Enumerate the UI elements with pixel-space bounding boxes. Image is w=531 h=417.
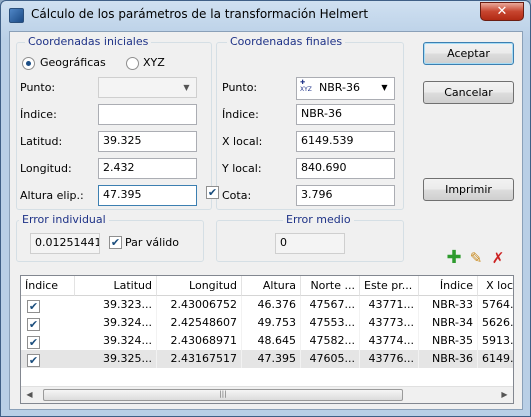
latitud-field[interactable]: 39.325 bbox=[98, 131, 197, 152]
title-bar[interactable]: Cálculo de los parámetros de la transfor… bbox=[1, 1, 530, 31]
aceptar-button[interactable]: Aceptar bbox=[423, 42, 514, 65]
longitud-label: Longitud: bbox=[20, 162, 72, 175]
cell-latitud: 39.325... bbox=[75, 350, 157, 368]
plus-icon[interactable]: ✚ bbox=[446, 249, 462, 267]
chevron-down-icon: ▼ bbox=[183, 83, 190, 92]
pairs-table[interactable]: Índice Latitud Longitud Altura Norte ...… bbox=[20, 275, 514, 404]
row-valid-checkbox[interactable]: ✔ bbox=[27, 354, 40, 367]
pencil-icon[interactable]: ✎ bbox=[468, 250, 484, 266]
cell-este: 43771... bbox=[360, 296, 419, 314]
cancelar-button[interactable]: Cancelar bbox=[423, 81, 514, 104]
cell-longitud: 2.43068971 bbox=[157, 332, 242, 350]
xyz-radio[interactable] bbox=[126, 57, 139, 70]
initial-punto-combo[interactable]: ▼ bbox=[98, 77, 197, 98]
cell-latitud: 39.324... bbox=[75, 314, 157, 332]
column-header-indice[interactable]: Índice bbox=[21, 276, 75, 296]
cota-label: Cota: bbox=[222, 189, 252, 202]
close-button[interactable]: ✕ bbox=[480, 2, 524, 21]
scrollbar-thumb[interactable]: ||| bbox=[43, 389, 403, 401]
error-medio-label: Error medio bbox=[283, 213, 354, 226]
x-local-label: X local: bbox=[222, 135, 263, 148]
column-header-altura[interactable]: Altura bbox=[242, 276, 301, 296]
cota-checkbox[interactable]: ✔ bbox=[206, 186, 219, 199]
cell-altura: 49.753 bbox=[242, 314, 301, 332]
dialog-client-area: Coordenadas iniciales Geográficas XYZ Pu… bbox=[9, 31, 523, 410]
final-indice-field[interactable]: NBR-36 bbox=[296, 104, 395, 125]
geograficas-radio[interactable] bbox=[22, 57, 35, 70]
column-header-norte[interactable]: Norte ... bbox=[301, 276, 360, 296]
cell-norte: 47553... bbox=[301, 314, 360, 332]
cell-latitud: 39.323... bbox=[75, 296, 157, 314]
cell-x-local: 5913.8 bbox=[478, 332, 513, 350]
cell-x-local: 5626.0 bbox=[478, 314, 513, 332]
initial-coords-label: Coordenadas iniciales bbox=[25, 35, 152, 48]
latitud-label: Latitud: bbox=[20, 135, 63, 148]
initial-indice-label: Índice: bbox=[20, 108, 57, 121]
x-local-field[interactable]: 6149.539 bbox=[296, 131, 395, 152]
par-valido-label: Par válido bbox=[125, 236, 179, 249]
delete-x-icon[interactable]: ✗ bbox=[490, 250, 506, 266]
row-valid-checkbox[interactable]: ✔ bbox=[27, 318, 40, 331]
app-icon bbox=[9, 8, 24, 23]
initial-indice-field[interactable] bbox=[98, 104, 197, 125]
cell-este: 43773... bbox=[360, 314, 419, 332]
cell-altura: 48.645 bbox=[242, 332, 301, 350]
cell-altura: 47.395 bbox=[242, 350, 301, 368]
helmert-dialog-window: Cálculo de los parámetros de la transfor… bbox=[0, 0, 531, 417]
error-individual-field: 0.0125144150 bbox=[30, 233, 100, 254]
cell-x-local: 5764.2 bbox=[478, 296, 513, 314]
cell-longitud: 2.43006752 bbox=[157, 296, 242, 314]
cell-altura: 46.376 bbox=[242, 296, 301, 314]
initial-punto-label: Punto: bbox=[20, 81, 56, 94]
final-indice-label: Índice: bbox=[222, 108, 259, 121]
imprimir-button[interactable]: Imprimir bbox=[423, 178, 514, 201]
cell-longitud: 2.42548607 bbox=[157, 314, 242, 332]
cell-indice: NBR-36 bbox=[419, 350, 478, 368]
error-individual-label: Error individual bbox=[19, 213, 109, 226]
row-valid-checkbox[interactable]: ✔ bbox=[27, 300, 40, 313]
error-medio-field: 0 bbox=[275, 233, 345, 254]
y-local-field[interactable]: 840.690 bbox=[296, 158, 395, 179]
xyz-point-icon: ✚ XYZ bbox=[300, 79, 312, 93]
scroll-left-icon[interactable]: ◀ bbox=[21, 387, 38, 403]
column-header-longitud[interactable]: Longitud bbox=[157, 276, 242, 296]
final-coords-label: Coordenadas finales bbox=[227, 35, 346, 48]
y-local-label: Y local: bbox=[222, 162, 262, 175]
cell-indice: NBR-35 bbox=[419, 332, 478, 350]
altura-elip-label: Altura elip.: bbox=[20, 189, 84, 202]
cell-latitud: 39.324... bbox=[75, 332, 157, 350]
chevron-down-icon: ▼ bbox=[381, 83, 388, 92]
final-punto-value: NBR-36 bbox=[319, 81, 360, 94]
column-header-x-local[interactable]: X loc bbox=[478, 276, 513, 296]
altura-elip-field[interactable]: 47.395 bbox=[98, 185, 197, 206]
horizontal-scrollbar[interactable]: ◀ ||| ▶ bbox=[21, 386, 513, 403]
cell-indice: NBR-34 bbox=[419, 314, 478, 332]
cell-norte: 47605... bbox=[301, 350, 360, 368]
row-valid-checkbox[interactable]: ✔ bbox=[27, 336, 40, 349]
longitud-field[interactable]: 2.432 bbox=[98, 158, 197, 179]
cota-field[interactable]: 3.796 bbox=[296, 185, 395, 206]
xyz-label: XYZ bbox=[143, 56, 165, 69]
cell-norte: 47582... bbox=[301, 332, 360, 350]
cell-norte: 47567... bbox=[301, 296, 360, 314]
final-punto-label: Punto: bbox=[222, 81, 258, 94]
par-valido-checkbox[interactable]: ✔ bbox=[109, 236, 122, 249]
cell-longitud: 2.43167517 bbox=[157, 350, 242, 368]
cell-este: 43776... bbox=[360, 350, 419, 368]
geograficas-label: Geográficas bbox=[40, 56, 106, 69]
column-header-este[interactable]: Este pr... bbox=[360, 276, 419, 296]
cell-x-local: 6149.5 bbox=[478, 350, 513, 368]
scroll-right-icon[interactable]: ▶ bbox=[496, 387, 513, 403]
column-header-latitud[interactable]: Latitud bbox=[75, 276, 157, 296]
cell-indice: NBR-33 bbox=[419, 296, 478, 314]
final-punto-combo[interactable]: ✚ XYZ NBR-36 ▼ bbox=[296, 77, 395, 100]
window-title: Cálculo de los parámetros de la transfor… bbox=[31, 7, 369, 21]
cell-este: 43774... bbox=[360, 332, 419, 350]
column-header-indice-final[interactable]: Índice bbox=[419, 276, 478, 296]
